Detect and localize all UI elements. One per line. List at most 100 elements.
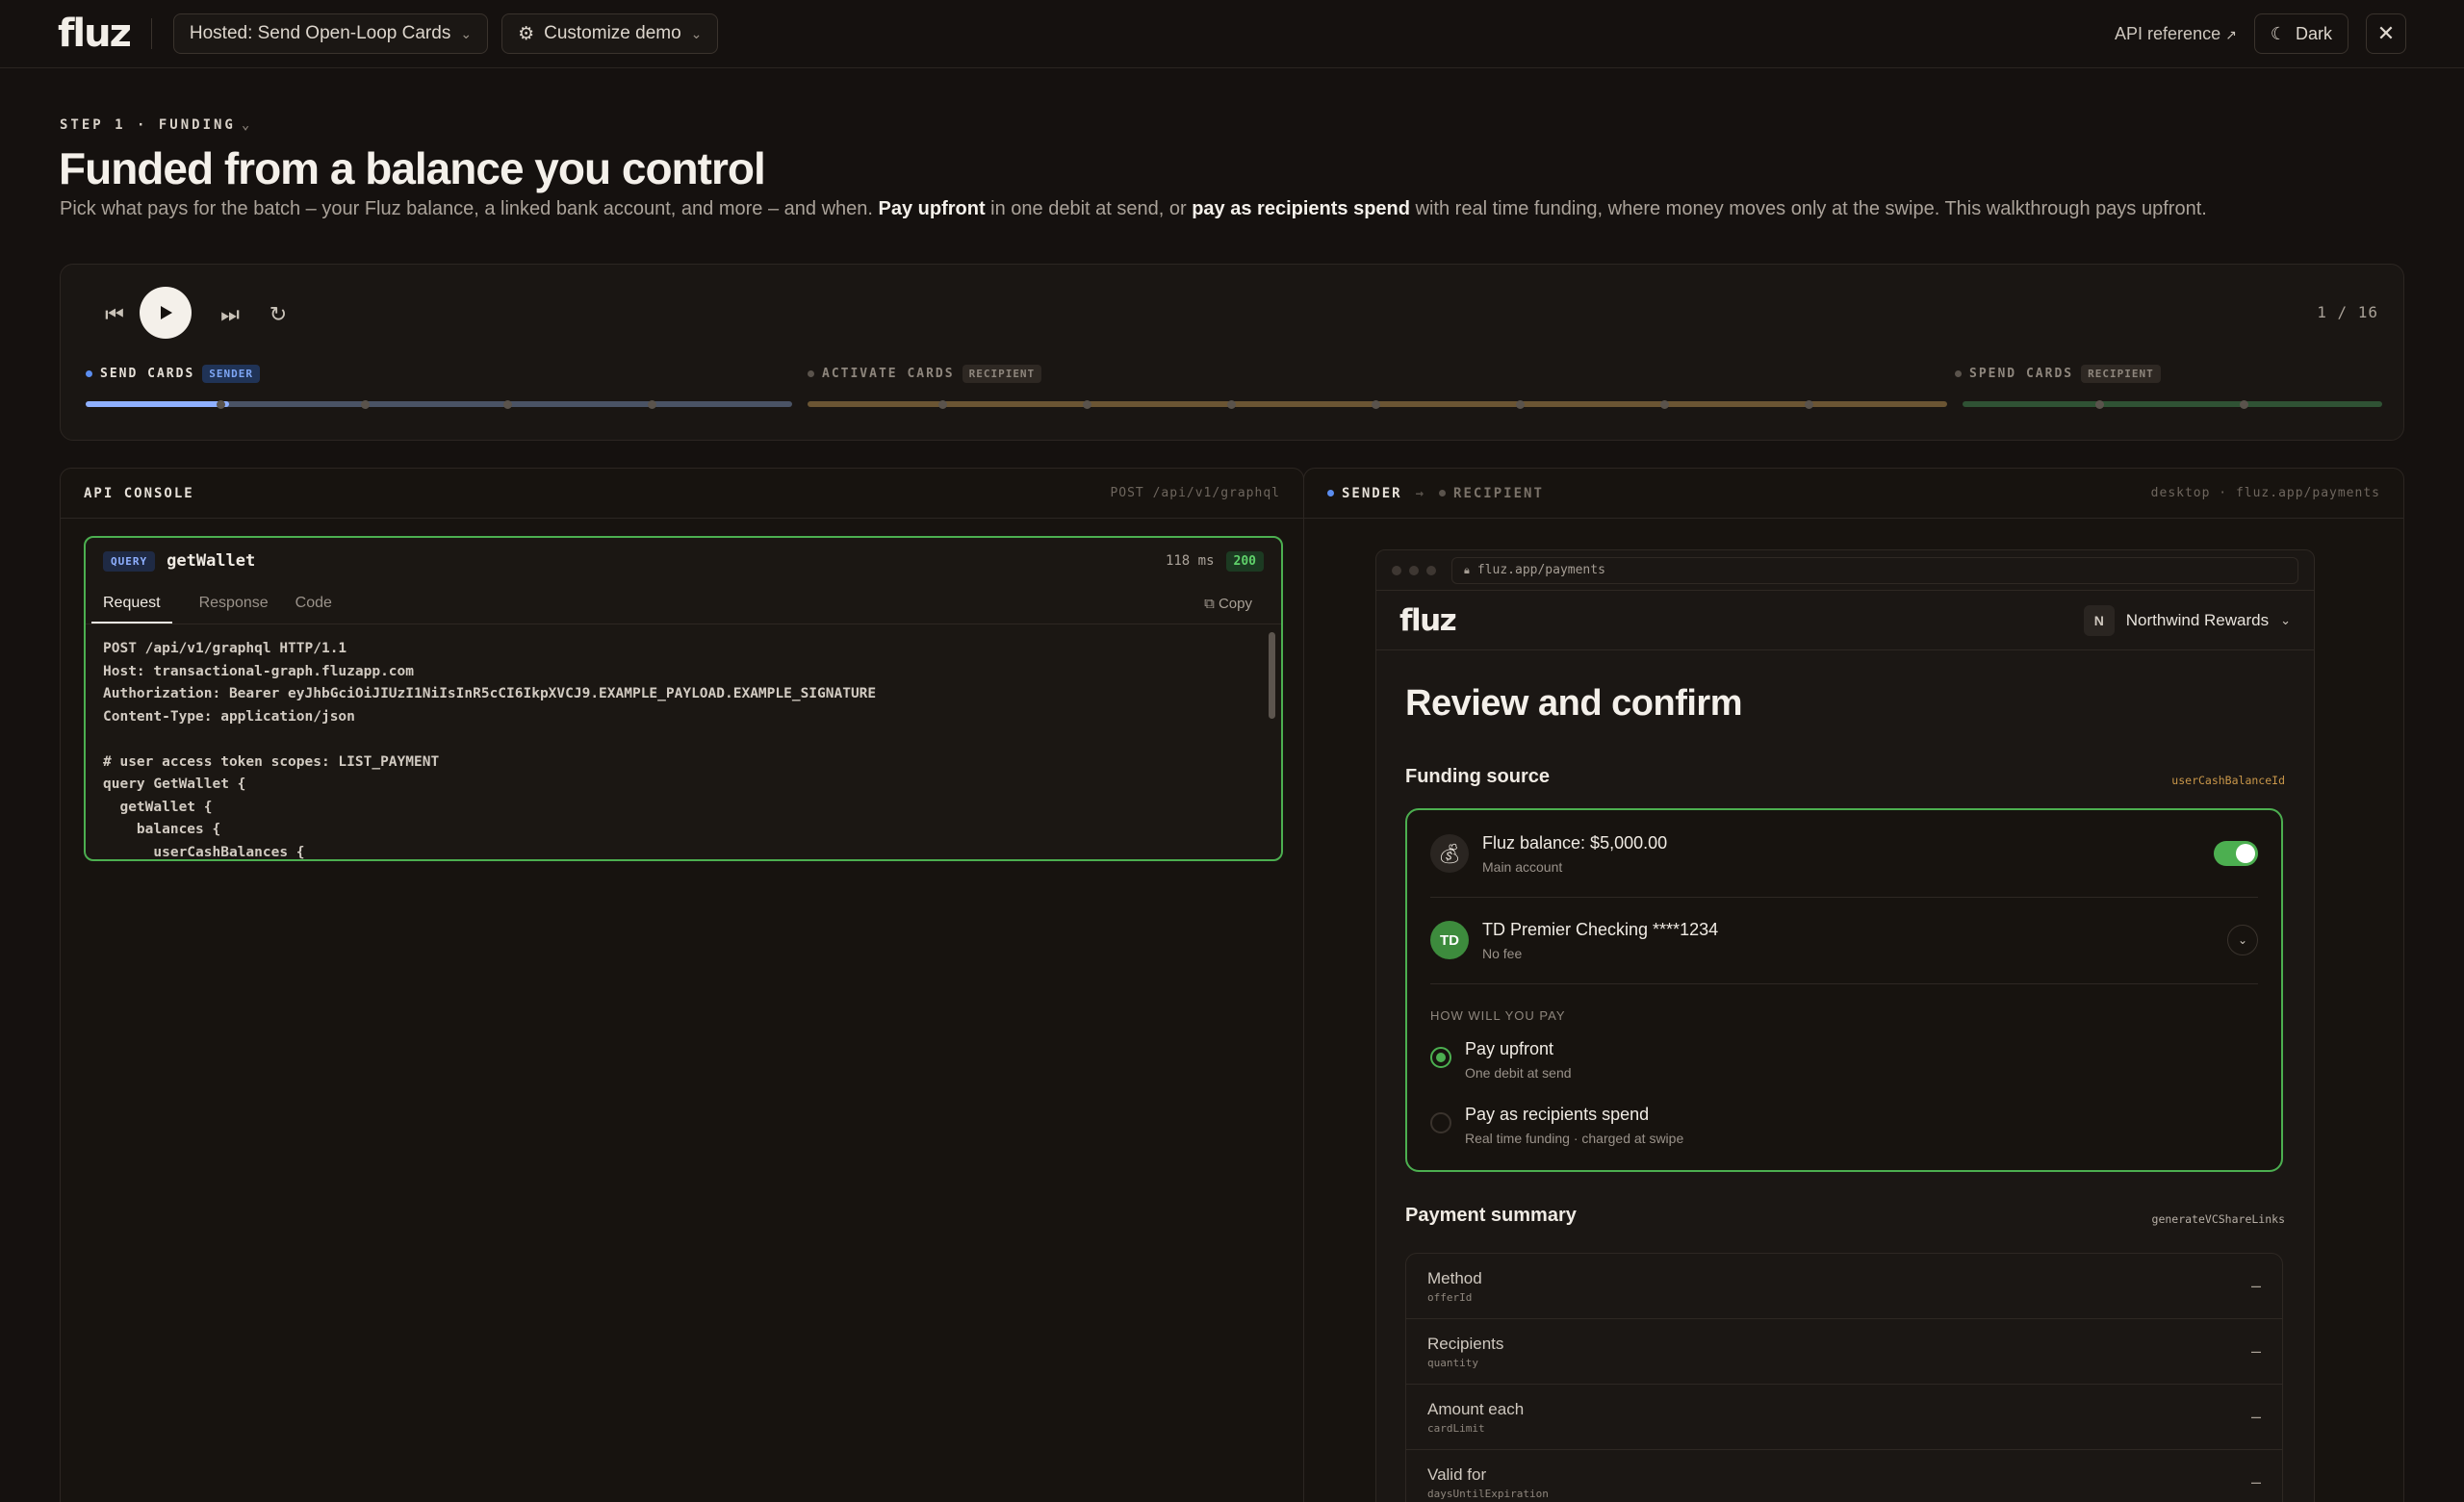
- skip-forward-icon[interactable]: ⏭: [211, 300, 249, 329]
- summary-label: Method: [1427, 1268, 1482, 1287]
- play-button[interactable]: [140, 287, 192, 339]
- step-marker[interactable]: [2095, 400, 2104, 409]
- flow-select[interactable]: Hosted: Send Open-Loop Cards ⌄: [172, 13, 489, 54]
- external-link-icon: ↗: [2225, 26, 2237, 42]
- chevron-down-icon: ⌄: [2237, 933, 2248, 947]
- progress-track-spend[interactable]: [1963, 401, 2382, 407]
- chevron-down-icon: ⌄: [241, 117, 253, 133]
- preview-panel: SENDER → RECIPIENT desktop · fluz.app/pa…: [1303, 468, 2404, 1502]
- radio-unselected[interactable]: [1430, 1112, 1451, 1133]
- phase-dot: [86, 370, 92, 377]
- summary-row: Amount each cardLimit –: [1406, 1385, 2282, 1450]
- step-selector[interactable]: STEP 1 · FUNDING ⌄: [60, 117, 252, 133]
- progress-fill: [86, 401, 229, 407]
- funding-source-title: Funding source: [1405, 766, 1550, 787]
- step-marker[interactable]: [1227, 400, 1236, 409]
- api-reference-label: API reference: [2115, 23, 2221, 43]
- how-will-you-pay-label: HOW WILL YOU PAY: [1430, 1008, 1566, 1023]
- customize-demo-label: Customize demo: [544, 23, 681, 43]
- theme-toggle-button[interactable]: ☾ Dark: [2253, 13, 2348, 54]
- td-bank-icon: TD: [1430, 921, 1469, 959]
- summary-key: cardLimit: [1427, 1421, 1485, 1435]
- phase-activate-cards[interactable]: ACTIVATE CARDS RECIPIENT: [808, 365, 1042, 383]
- option-sub: One debit at send: [1465, 1065, 1572, 1081]
- phase-spend-cards[interactable]: SPEND CARDS RECIPIENT: [1955, 365, 2161, 383]
- summary-value: –: [2250, 1341, 2261, 1361]
- step-marker[interactable]: [1083, 400, 1091, 409]
- phase-send-cards[interactable]: SEND CARDS SENDER: [86, 365, 261, 383]
- request-code: POST /api/v1/graphql HTTP/1.1 Host: tran…: [103, 641, 877, 860]
- restart-icon[interactable]: ↻: [259, 300, 297, 329]
- close-button[interactable]: ✕: [2366, 13, 2406, 54]
- fluz-logo[interactable]: fluz: [58, 14, 132, 53]
- pay-as-spend-option[interactable]: Pay as recipients spend Real time fundin…: [1430, 1105, 1683, 1146]
- top-bar: fluz Hosted: Send Open-Loop Cards ⌄ ⚙ Cu…: [0, 0, 2464, 68]
- play-icon: [161, 306, 172, 319]
- url-text: fluz.app/payments: [1476, 563, 1605, 577]
- status-badge: 200: [1225, 550, 1264, 572]
- browser-window: 🔒︎ fluz.app/payments fluz N Northwind Re…: [1375, 549, 2315, 1502]
- step-marker[interactable]: [2240, 400, 2248, 409]
- bank-sub: No fee: [1482, 945, 1523, 961]
- step-marker[interactable]: [1805, 400, 1813, 409]
- payment-summary-card: Method offerId – Recipients quantity – Amo…: [1405, 1253, 2283, 1502]
- step-marker[interactable]: [1660, 400, 1669, 409]
- recipient-label[interactable]: RECIPIENT: [1453, 486, 1544, 501]
- step-marker[interactable]: [648, 400, 656, 409]
- summary-value: –: [2250, 1472, 2261, 1491]
- summary-row: Method offerId –: [1406, 1254, 2282, 1319]
- pay-upfront-option[interactable]: Pay upfront One debit at send: [1430, 1039, 1572, 1081]
- step-marker[interactable]: [938, 400, 947, 409]
- address-bar[interactable]: 🔒︎ fluz.app/payments: [1451, 556, 2298, 584]
- app-logo[interactable]: fluz: [1399, 603, 1457, 638]
- summary-row: Valid for daysUntilExpiration –: [1406, 1450, 2282, 1502]
- balance-toggle[interactable]: [2214, 841, 2258, 866]
- radio-selected[interactable]: [1430, 1047, 1451, 1068]
- skip-back-icon[interactable]: ⏮: [95, 300, 134, 329]
- description-bold: pay as recipients spend: [1192, 198, 1410, 219]
- sender-dot: [1327, 490, 1334, 496]
- bank-label: TD Premier Checking ****1234: [1482, 919, 1719, 939]
- step-marker[interactable]: [503, 400, 512, 409]
- option-label: Pay upfront: [1465, 1039, 1554, 1058]
- org-switcher[interactable]: N Northwind Rewards ⌄: [2083, 604, 2291, 636]
- customize-demo-button[interactable]: ⚙ Customize demo ⌄: [501, 13, 719, 54]
- option-sub: Real time funding · charged at swipe: [1465, 1131, 1684, 1146]
- flow-select-label: Hosted: Send Open-Loop Cards: [189, 23, 451, 43]
- moon-icon: ☾: [2270, 23, 2286, 43]
- lock-icon: 🔒︎: [1464, 563, 1470, 576]
- step-marker[interactable]: [217, 400, 225, 409]
- summary-label: Valid for: [1427, 1464, 1487, 1484]
- console-endpoint: POST /api/v1/graphql: [1110, 486, 1280, 500]
- sender-label[interactable]: SENDER: [1342, 486, 1402, 501]
- bank-account-row[interactable]: TD TD Premier Checking ****1234 No fee ⌄: [1430, 897, 2258, 983]
- phase-dot: [1955, 370, 1962, 377]
- expand-button[interactable]: ⌄: [2227, 925, 2258, 955]
- step-marker[interactable]: [361, 400, 370, 409]
- summary-key: quantity: [1427, 1356, 1478, 1369]
- summary-value: –: [2250, 1407, 2261, 1426]
- tab-response[interactable]: Response: [199, 595, 269, 624]
- divider: [1430, 983, 2258, 984]
- step-marker[interactable]: [1516, 400, 1525, 409]
- description-text: in one debit at send, or: [985, 198, 1193, 219]
- tab-code[interactable]: Code: [295, 595, 332, 624]
- copy-button[interactable]: ⧉ Copy: [1204, 596, 1252, 612]
- balance-label: Fluz balance: $5,000.00: [1482, 832, 1668, 853]
- payment-summary-key: generateVCShareLinks: [2151, 1212, 2285, 1226]
- code-scrollbar[interactable]: [1269, 632, 1275, 719]
- window-dot: [1392, 565, 1401, 575]
- query-badge: QUERY: [103, 550, 156, 572]
- api-reference-link[interactable]: API reference ↗: [2115, 24, 2237, 44]
- query-name: getWallet: [167, 551, 256, 571]
- recipient-dot: [1439, 490, 1447, 496]
- preview-header: SENDER → RECIPIENT desktop · fluz.app/pa…: [1304, 469, 2403, 519]
- step-marker[interactable]: [1372, 400, 1380, 409]
- description-text: with real time funding, where money move…: [1409, 198, 2207, 219]
- option-label: Pay as recipients spend: [1465, 1105, 1650, 1124]
- summary-value: –: [2250, 1276, 2261, 1295]
- funding-source-key: userCashBalanceId: [2171, 774, 2285, 787]
- tab-request[interactable]: Request: [91, 595, 172, 624]
- fluz-balance-row[interactable]: 💰︎ Fluz balance: $5,000.00 Main account: [1430, 810, 2258, 897]
- review-title: Review and confirm: [1405, 683, 1742, 724]
